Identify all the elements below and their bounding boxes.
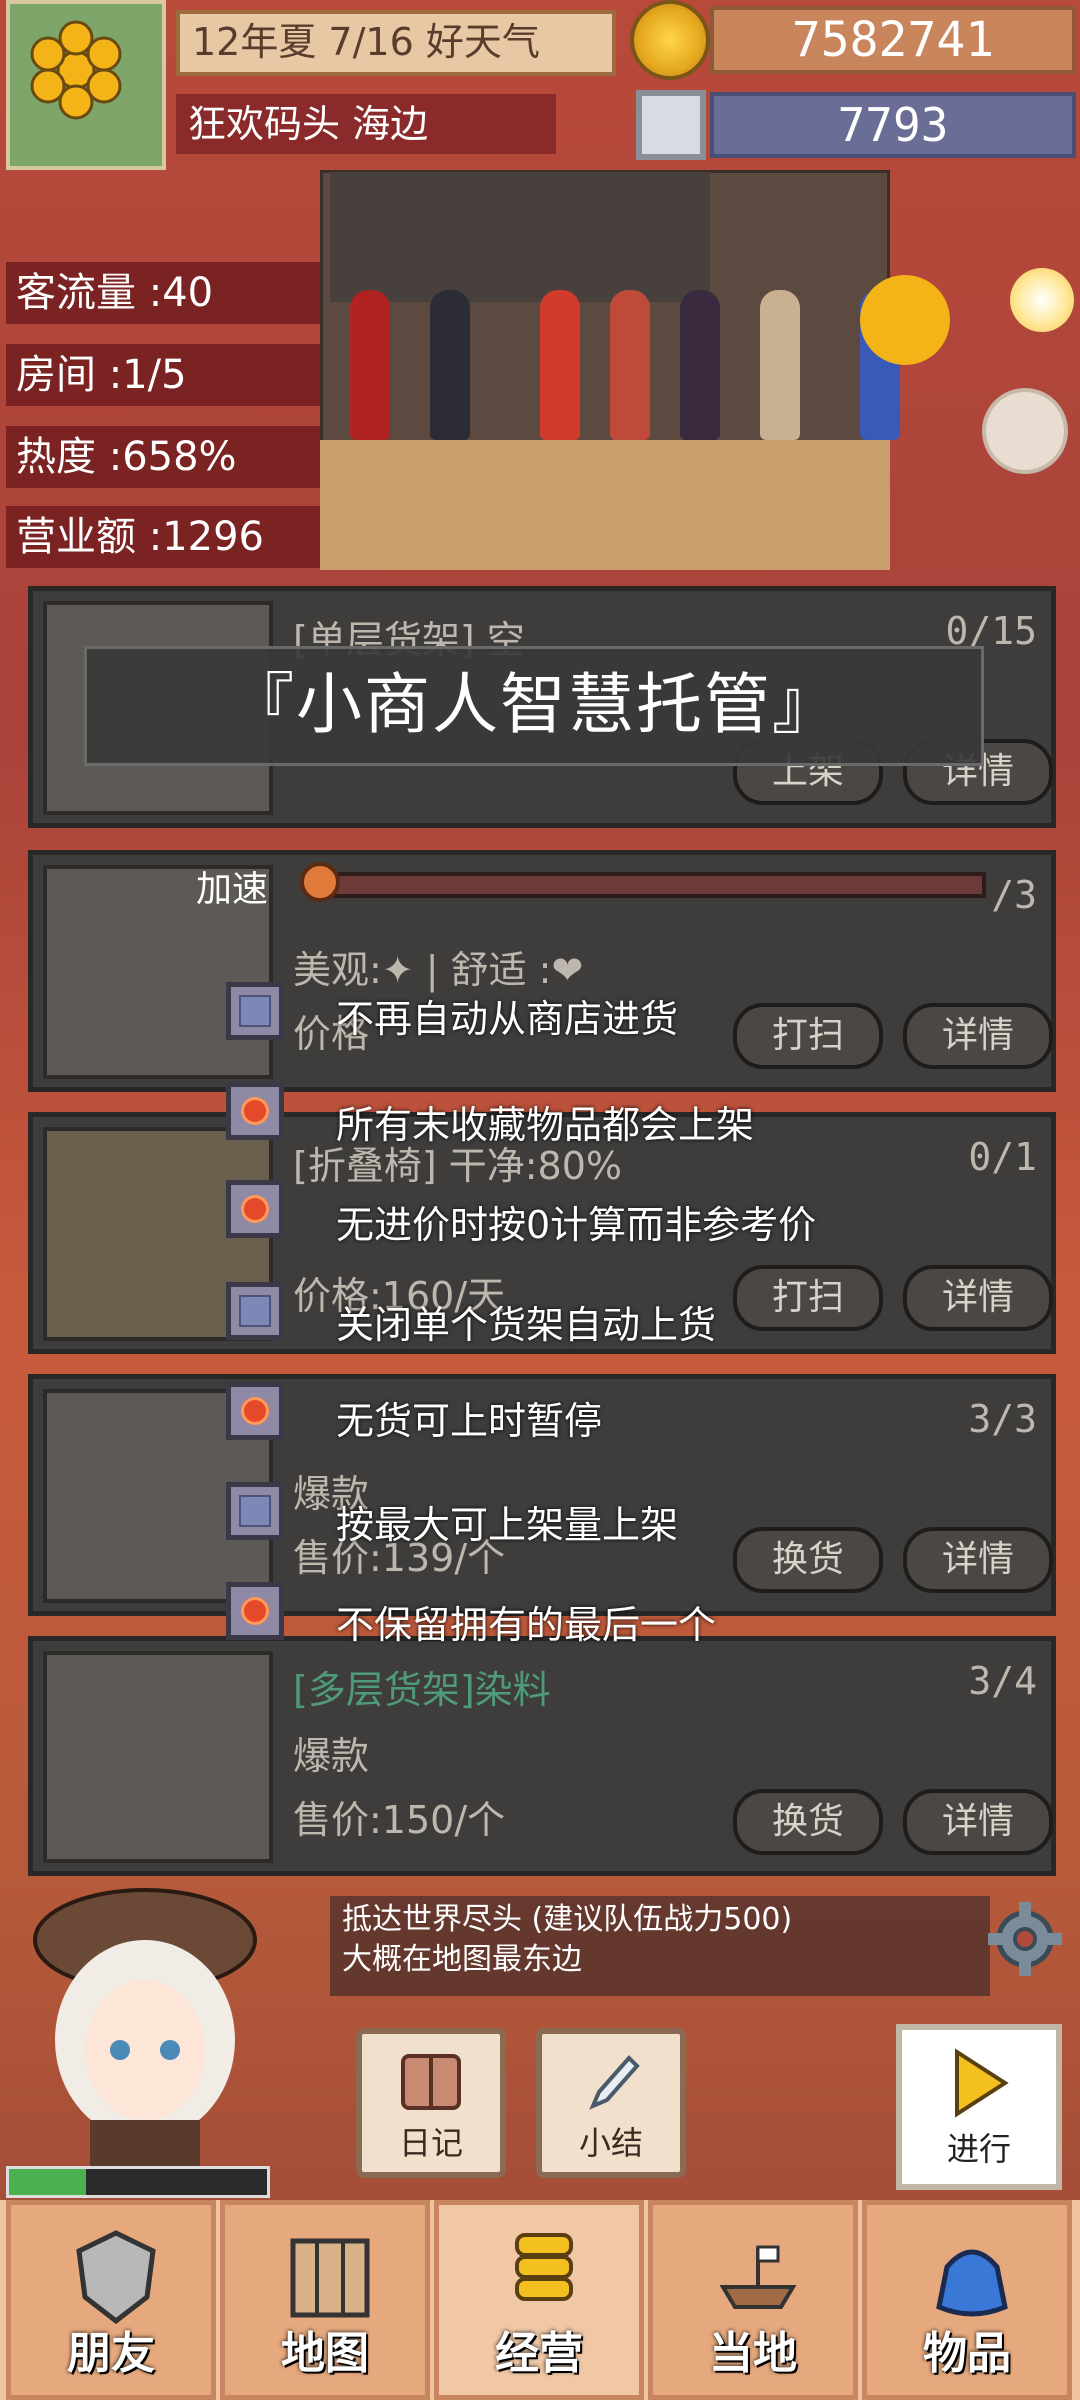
customer-sprite [680,290,720,440]
option-label[interactable]: 不保留拥有的最后一个 [336,1594,716,1649]
option-checkbox[interactable] [226,982,284,1040]
option-checkbox[interactable] [226,1382,284,1440]
customer-sprite [760,290,800,440]
speed-slider-handle[interactable] [300,862,340,902]
option-checkbox[interactable] [226,1582,284,1640]
gold-coin-icon [630,0,710,80]
details-button[interactable]: 详情 [903,1003,1053,1069]
bag-icon [936,2249,1008,2317]
heroine-portrait[interactable] [20,1870,270,2170]
nav-label: 物品 [923,2328,1011,2379]
customer-sprite [610,290,650,440]
speed-label: 加速 [196,869,269,910]
quest-tip[interactable]: 抵达世界尽头 (建议队伍战力500) 大概在地图最东边 [330,1896,990,1996]
silver-amount: 7793 [710,92,1076,158]
shelf-count: /3 [991,873,1037,917]
quest-tip-line: 大概在地图最东边 [342,1942,582,1977]
quill-icon [589,2055,640,2110]
quest-tip-line: 抵达世界尽头 (建议队伍战力500) [342,1902,793,1937]
option-label[interactable]: 关闭单个货架自动上货 [336,1294,716,1349]
proceed-label: 进行 [946,2130,1011,2168]
diary-label: 日记 [398,2124,463,2162]
shop-floor [320,440,890,570]
map-icon [290,2238,370,2318]
details-button[interactable]: 详情 [903,1789,1053,1855]
nav-business[interactable]: 经营 [434,2200,644,2400]
auto-manage-title: 『小商人智慧托管』 [84,646,984,766]
thought-bubble-icon[interactable] [982,388,1068,474]
play-icon [955,2048,1009,2118]
nav-label: 经营 [495,2328,583,2379]
stat-rooms: 房间 :1/5 [6,344,336,406]
proceed-button[interactable]: 进行 [896,2024,1062,2190]
customer-sprite [540,290,580,440]
shelf-count: 0/1 [968,1135,1037,1179]
sun-icon[interactable] [1010,268,1074,332]
flower-icon [30,20,122,120]
shelf-panel[interactable]: [多层货架]染料 3/4 爆款 售价:150/个 换货 详情 [28,1636,1056,1876]
clean-button[interactable]: 打扫 [733,1003,883,1069]
details-button[interactable]: 详情 [903,1527,1053,1593]
option-checkbox[interactable] [226,1082,284,1140]
boat-icon [719,2245,797,2309]
option-checkbox[interactable] [226,1482,284,1540]
health-bar [6,2166,270,2198]
shelf-title: [多层货架]染料 [293,1668,551,1712]
gear-icon[interactable] [986,1900,1064,1978]
stat-revenue: 营业额 :1296 [6,506,336,568]
option-label[interactable]: 不再自动从商店进货 [336,988,678,1043]
summary-button[interactable]: 小结 [536,2028,686,2178]
swap-goods-button[interactable]: 换货 [733,1789,883,1855]
coins-icon [515,2233,573,2301]
shelf-image [43,1651,273,1863]
nav-local[interactable]: 当地 [648,2200,858,2400]
option-label[interactable]: 无进价时按0计算而非参考价 [336,1194,816,1249]
details-button[interactable]: 详情 [903,1265,1053,1331]
stat-popularity: 热度 :658% [6,426,336,488]
swap-goods-button[interactable]: 换货 [733,1527,883,1593]
customer-sprite [350,290,390,440]
option-label[interactable]: 按最大可上架量上架 [336,1494,678,1549]
gold-amount: 7582741 [710,6,1076,74]
nav-items[interactable]: 物品 [862,2200,1072,2400]
nav-map[interactable]: 地图 [220,2200,430,2400]
option-label[interactable]: 所有未收藏物品都会上架 [336,1094,754,1149]
nav-label: 地图 [281,2328,369,2379]
shield-icon [76,2230,156,2325]
shop-wall [330,172,710,302]
stat-traffic: 客流量 :40 [6,262,336,324]
option-label[interactable]: 无货可上时暂停 [336,1390,602,1445]
date-weather: 12年夏 7/16 好天气 [176,10,616,76]
shelf-count: 3/3 [968,1397,1037,1441]
summary-label: 小结 [578,2124,643,2162]
book-icon [401,2054,461,2110]
option-checkbox[interactable] [226,1282,284,1340]
speed-slider[interactable] [318,872,986,898]
shelf-tag: 爆款 [293,1734,370,1778]
shelf-count: 3/4 [968,1659,1037,1703]
clean-button[interactable]: 打扫 [733,1265,883,1331]
nav-friends[interactable]: 朋友 [6,2200,216,2400]
nav-label: 当地 [709,2328,797,2379]
shelf-attributes: 美观:✦ | 舒适 :❤ [293,948,584,992]
player-avatar[interactable] [6,0,166,170]
health-bar-fill [9,2169,87,2195]
silver-coin-icon [636,90,706,160]
honey-icon [860,275,950,365]
nav-label: 朋友 [67,2328,155,2379]
customer-sprite [430,290,470,440]
shelf-price: 售价:150/个 [293,1798,506,1842]
diary-button[interactable]: 日记 [356,2028,506,2178]
option-checkbox[interactable] [226,1180,284,1238]
location-label: 狂欢码头 海边 [176,94,556,154]
